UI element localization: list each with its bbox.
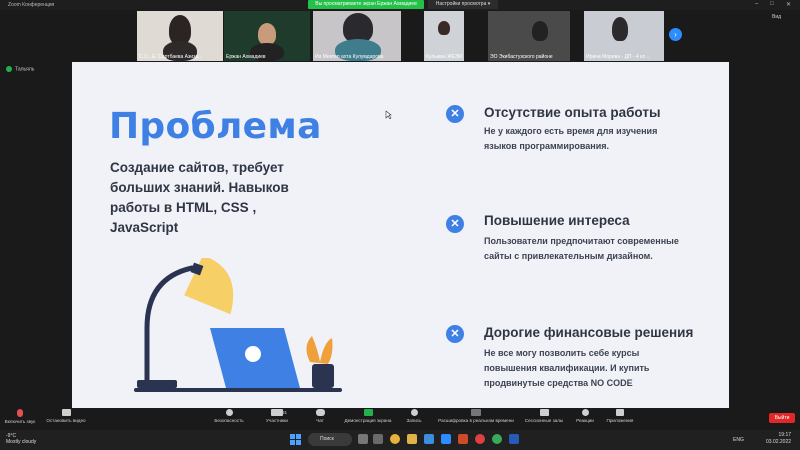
- security-label: Безопасность: [214, 418, 244, 423]
- taskbar-clock[interactable]: 19:17 03.02.2022: [766, 432, 791, 446]
- windows-start-icon[interactable]: [290, 434, 301, 445]
- unmute-label: Включить звук: [4, 419, 36, 424]
- shared-slide: Проблема Создание сайтов, требует больши…: [72, 62, 729, 408]
- shield-icon: [225, 409, 233, 416]
- unmute-button[interactable]: Включить звук: [2, 409, 38, 424]
- apps-label: Приложения: [606, 418, 634, 423]
- item-text: Не все могу позволить себе курсы повышен…: [484, 348, 650, 388]
- close-icon[interactable]: ✕: [786, 1, 791, 8]
- speaking-icon: [6, 66, 12, 72]
- taskbar-search[interactable]: Поиск: [308, 433, 352, 446]
- lamp-laptop-illustration: [134, 258, 342, 392]
- zoom-app-icon[interactable]: [441, 434, 451, 444]
- participant-tile[interactable]: ЭО Экибастузского районе: [488, 11, 570, 61]
- yandex-icon[interactable]: [475, 434, 485, 444]
- microphone-muted-icon: [17, 409, 23, 417]
- word-icon[interactable]: [509, 434, 519, 444]
- chat-button[interactable]: Чат: [306, 409, 334, 423]
- participant-name: Ирина Морева - ДП - 4 кл...: [586, 54, 650, 60]
- record-label: Запись: [406, 418, 422, 423]
- speaking-label: Тальяль: [15, 66, 35, 73]
- participant-tile[interactable]: Ия Мектеп ахта Кулумдарова: [313, 11, 401, 61]
- x-icon: ✕: [446, 325, 464, 343]
- participant-name: Ержан Ахмадиев: [226, 54, 266, 60]
- captions-button[interactable]: Расшифровка в реальном времени: [434, 409, 518, 423]
- minimize-icon[interactable]: –: [755, 1, 758, 7]
- participant-name: Ия Мектеп ахта Кулумдарова: [315, 54, 384, 60]
- next-page-icon[interactable]: ›: [669, 28, 682, 41]
- participant-tile[interactable]: Ержан Ахмадиев: [224, 11, 310, 61]
- stop-video-button[interactable]: Остановить видео: [44, 409, 88, 423]
- participant-tile[interactable]: С.У... Е. Сартбаева Азиза...: [137, 11, 223, 61]
- weather-widget[interactable]: -9°C Mostly cloudy: [6, 433, 36, 445]
- weather-text: Mostly cloudy: [6, 439, 37, 445]
- stop-video-label: Остановить видео: [46, 418, 86, 423]
- record-icon: [410, 409, 418, 416]
- participant-name: Кульжан ЖЕЗМ: [426, 54, 463, 60]
- slide-subtitle: Создание сайтов, требует больших знаний.…: [110, 160, 289, 235]
- participants-label: Участники: [266, 418, 288, 423]
- powerpoint-icon[interactable]: [458, 434, 468, 444]
- participant-tile[interactable]: Кульжан ЖЕЗМ: [424, 11, 464, 61]
- x-icon: ✕: [446, 105, 464, 123]
- maximize-icon[interactable]: □: [770, 1, 774, 7]
- item-heading: Отсутствие опыта работы: [484, 105, 661, 120]
- widgets-icon[interactable]: [373, 434, 383, 444]
- chat-label: Чат: [316, 418, 324, 423]
- smiley-icon: [581, 409, 589, 416]
- record-button[interactable]: Запись: [400, 409, 428, 423]
- app-title: Zoom Конференция: [8, 2, 55, 8]
- rooms-label: Сессионные залы: [524, 418, 564, 423]
- cursor-icon: [385, 110, 392, 119]
- slide-title: Проблема: [109, 106, 322, 147]
- item-heading: Повышение интереса: [484, 213, 630, 228]
- item-heading: Дорогие финансовые решения: [484, 325, 694, 340]
- leave-meeting-button[interactable]: Выйти: [769, 413, 795, 423]
- clock-time: 19:17: [778, 432, 792, 438]
- item-text: Не у каждого есть время для изучения язы…: [484, 126, 658, 151]
- security-button[interactable]: Безопасность: [210, 409, 248, 423]
- share-screen-icon: [363, 409, 373, 416]
- breakout-rooms-button[interactable]: Сессионные залы: [522, 409, 566, 423]
- participants-count: 31: [282, 410, 288, 415]
- participants-button[interactable]: Участники: [258, 409, 296, 423]
- reactions-button[interactable]: Реакции: [570, 409, 600, 423]
- captions-icon: [471, 409, 481, 416]
- captions-label: Расшифровка в реальном времени: [438, 418, 514, 423]
- share-screen-label: Демонстрация экрана: [344, 418, 392, 423]
- participant-name: С.У... Е. Сартбаева Азиза...: [139, 54, 203, 60]
- participant-tile[interactable]: Ирина Морева - ДП - 4 кл...: [584, 11, 664, 61]
- chat-icon: [315, 409, 325, 416]
- task-view-icon[interactable]: [358, 434, 368, 444]
- video-camera-icon: [61, 409, 71, 416]
- apps-button[interactable]: Приложения: [602, 409, 638, 423]
- x-icon: ✕: [446, 215, 464, 233]
- item-text: Пользователи предпочитают современные са…: [484, 236, 679, 261]
- windows-taskbar: [0, 430, 800, 450]
- reactions-label: Реакции: [576, 418, 594, 423]
- file-explorer-icon[interactable]: [407, 434, 417, 444]
- speaking-indicator: Тальяль: [6, 66, 34, 72]
- chrome-2-icon[interactable]: [492, 434, 502, 444]
- participant-name: ЭО Экибастузского районе: [490, 54, 553, 60]
- chrome-icon[interactable]: [390, 434, 400, 444]
- apps-icon: [616, 409, 624, 416]
- rooms-icon: [539, 409, 549, 416]
- share-screen-button[interactable]: Демонстрация экрана: [340, 409, 396, 423]
- share-banner: Вы просматриваете экран Ержан Ахмадиев: [308, 0, 424, 9]
- view-button[interactable]: Вид: [772, 14, 781, 20]
- language-indicator[interactable]: ENG: [733, 437, 744, 443]
- clock-date: 03.02.2022: [766, 439, 792, 445]
- edge-icon[interactable]: [424, 434, 434, 444]
- view-options-button[interactable]: Настройки просмотра ▾: [428, 0, 498, 9]
